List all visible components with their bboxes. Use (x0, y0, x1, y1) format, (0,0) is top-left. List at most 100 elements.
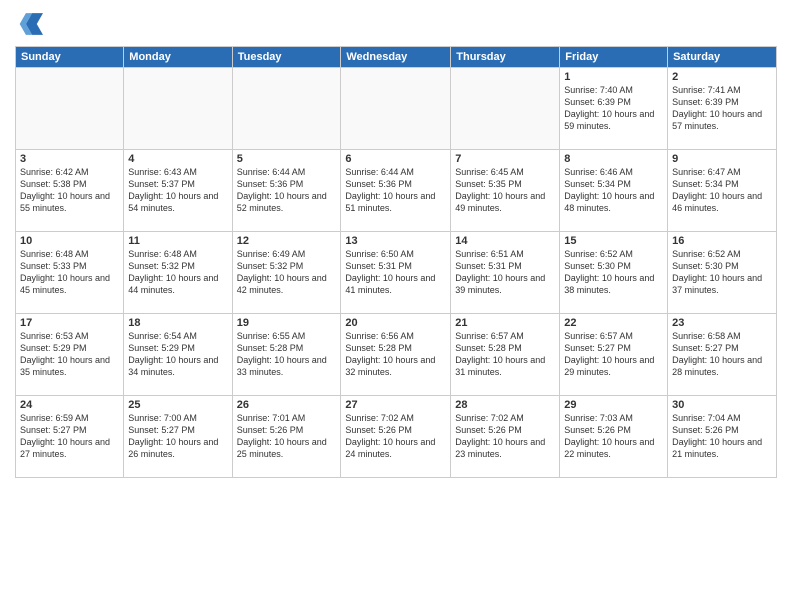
day-info: Sunrise: 7:02 AM Sunset: 5:26 PM Dayligh… (345, 412, 446, 461)
calendar-day-cell: 22Sunrise: 6:57 AM Sunset: 5:27 PM Dayli… (560, 314, 668, 396)
calendar-day-cell (16, 68, 124, 150)
calendar-week-row: 10Sunrise: 6:48 AM Sunset: 5:33 PM Dayli… (16, 232, 777, 314)
day-info: Sunrise: 6:50 AM Sunset: 5:31 PM Dayligh… (345, 248, 446, 297)
calendar-day-cell: 20Sunrise: 6:56 AM Sunset: 5:28 PM Dayli… (341, 314, 451, 396)
day-info: Sunrise: 7:04 AM Sunset: 5:26 PM Dayligh… (672, 412, 772, 461)
page: SundayMondayTuesdayWednesdayThursdayFrid… (0, 0, 792, 612)
day-info: Sunrise: 6:49 AM Sunset: 5:32 PM Dayligh… (237, 248, 337, 297)
day-info: Sunrise: 6:58 AM Sunset: 5:27 PM Dayligh… (672, 330, 772, 379)
day-info: Sunrise: 6:44 AM Sunset: 5:36 PM Dayligh… (345, 166, 446, 215)
day-number: 2 (672, 71, 772, 83)
day-number: 6 (345, 153, 446, 165)
day-info: Sunrise: 6:56 AM Sunset: 5:28 PM Dayligh… (345, 330, 446, 379)
day-info: Sunrise: 6:44 AM Sunset: 5:36 PM Dayligh… (237, 166, 337, 215)
day-info: Sunrise: 6:51 AM Sunset: 5:31 PM Dayligh… (455, 248, 555, 297)
day-info: Sunrise: 6:45 AM Sunset: 5:35 PM Dayligh… (455, 166, 555, 215)
day-info: Sunrise: 6:53 AM Sunset: 5:29 PM Dayligh… (20, 330, 119, 379)
day-number: 19 (237, 317, 337, 329)
day-of-week-header: Thursday (451, 47, 560, 68)
header (15, 10, 777, 38)
calendar-day-cell: 28Sunrise: 7:02 AM Sunset: 5:26 PM Dayli… (451, 396, 560, 478)
logo (15, 10, 45, 38)
calendar-table: SundayMondayTuesdayWednesdayThursdayFrid… (15, 46, 777, 478)
calendar-day-cell: 29Sunrise: 7:03 AM Sunset: 5:26 PM Dayli… (560, 396, 668, 478)
calendar-day-cell: 18Sunrise: 6:54 AM Sunset: 5:29 PM Dayli… (124, 314, 232, 396)
calendar-day-cell: 9Sunrise: 6:47 AM Sunset: 5:34 PM Daylig… (668, 150, 777, 232)
day-info: Sunrise: 6:54 AM Sunset: 5:29 PM Dayligh… (128, 330, 227, 379)
calendar-day-cell: 17Sunrise: 6:53 AM Sunset: 5:29 PM Dayli… (16, 314, 124, 396)
day-info: Sunrise: 6:46 AM Sunset: 5:34 PM Dayligh… (564, 166, 663, 215)
calendar-week-row: 24Sunrise: 6:59 AM Sunset: 5:27 PM Dayli… (16, 396, 777, 478)
day-number: 20 (345, 317, 446, 329)
day-number: 16 (672, 235, 772, 247)
calendar-day-cell: 7Sunrise: 6:45 AM Sunset: 5:35 PM Daylig… (451, 150, 560, 232)
calendar-day-cell: 27Sunrise: 7:02 AM Sunset: 5:26 PM Dayli… (341, 396, 451, 478)
day-number: 5 (237, 153, 337, 165)
calendar-day-cell: 12Sunrise: 6:49 AM Sunset: 5:32 PM Dayli… (232, 232, 341, 314)
day-of-week-header: Saturday (668, 47, 777, 68)
calendar-day-cell: 24Sunrise: 6:59 AM Sunset: 5:27 PM Dayli… (16, 396, 124, 478)
day-info: Sunrise: 6:48 AM Sunset: 5:33 PM Dayligh… (20, 248, 119, 297)
day-number: 13 (345, 235, 446, 247)
day-number: 23 (672, 317, 772, 329)
calendar-day-cell: 15Sunrise: 6:52 AM Sunset: 5:30 PM Dayli… (560, 232, 668, 314)
calendar-day-cell (124, 68, 232, 150)
calendar-week-row: 1Sunrise: 7:40 AM Sunset: 6:39 PM Daylig… (16, 68, 777, 150)
day-info: Sunrise: 6:52 AM Sunset: 5:30 PM Dayligh… (564, 248, 663, 297)
day-info: Sunrise: 6:55 AM Sunset: 5:28 PM Dayligh… (237, 330, 337, 379)
calendar-day-cell: 4Sunrise: 6:43 AM Sunset: 5:37 PM Daylig… (124, 150, 232, 232)
calendar-day-cell: 2Sunrise: 7:41 AM Sunset: 6:39 PM Daylig… (668, 68, 777, 150)
day-info: Sunrise: 6:48 AM Sunset: 5:32 PM Dayligh… (128, 248, 227, 297)
calendar-day-cell: 25Sunrise: 7:00 AM Sunset: 5:27 PM Dayli… (124, 396, 232, 478)
day-number: 30 (672, 399, 772, 411)
day-number: 1 (564, 71, 663, 83)
calendar-day-cell: 21Sunrise: 6:57 AM Sunset: 5:28 PM Dayli… (451, 314, 560, 396)
day-info: Sunrise: 7:00 AM Sunset: 5:27 PM Dayligh… (128, 412, 227, 461)
day-number: 17 (20, 317, 119, 329)
day-info: Sunrise: 7:02 AM Sunset: 5:26 PM Dayligh… (455, 412, 555, 461)
calendar-day-cell: 23Sunrise: 6:58 AM Sunset: 5:27 PM Dayli… (668, 314, 777, 396)
day-info: Sunrise: 6:42 AM Sunset: 5:38 PM Dayligh… (20, 166, 119, 215)
calendar-day-cell: 1Sunrise: 7:40 AM Sunset: 6:39 PM Daylig… (560, 68, 668, 150)
calendar-day-cell: 3Sunrise: 6:42 AM Sunset: 5:38 PM Daylig… (16, 150, 124, 232)
calendar-day-cell: 16Sunrise: 6:52 AM Sunset: 5:30 PM Dayli… (668, 232, 777, 314)
calendar-day-cell: 26Sunrise: 7:01 AM Sunset: 5:26 PM Dayli… (232, 396, 341, 478)
day-info: Sunrise: 7:01 AM Sunset: 5:26 PM Dayligh… (237, 412, 337, 461)
calendar-day-cell: 30Sunrise: 7:04 AM Sunset: 5:26 PM Dayli… (668, 396, 777, 478)
calendar-week-row: 3Sunrise: 6:42 AM Sunset: 5:38 PM Daylig… (16, 150, 777, 232)
calendar-day-cell (451, 68, 560, 150)
day-number: 21 (455, 317, 555, 329)
day-number: 7 (455, 153, 555, 165)
day-info: Sunrise: 7:03 AM Sunset: 5:26 PM Dayligh… (564, 412, 663, 461)
day-number: 9 (672, 153, 772, 165)
day-number: 18 (128, 317, 227, 329)
calendar-day-cell (341, 68, 451, 150)
calendar-header-row: SundayMondayTuesdayWednesdayThursdayFrid… (16, 47, 777, 68)
day-of-week-header: Wednesday (341, 47, 451, 68)
logo-icon (15, 10, 43, 38)
day-number: 27 (345, 399, 446, 411)
calendar-day-cell: 14Sunrise: 6:51 AM Sunset: 5:31 PM Dayli… (451, 232, 560, 314)
calendar-day-cell: 13Sunrise: 6:50 AM Sunset: 5:31 PM Dayli… (341, 232, 451, 314)
day-number: 14 (455, 235, 555, 247)
day-number: 25 (128, 399, 227, 411)
day-number: 4 (128, 153, 227, 165)
calendar-day-cell: 11Sunrise: 6:48 AM Sunset: 5:32 PM Dayli… (124, 232, 232, 314)
day-number: 10 (20, 235, 119, 247)
day-info: Sunrise: 6:57 AM Sunset: 5:28 PM Dayligh… (455, 330, 555, 379)
day-number: 22 (564, 317, 663, 329)
day-info: Sunrise: 7:41 AM Sunset: 6:39 PM Dayligh… (672, 84, 772, 133)
day-number: 8 (564, 153, 663, 165)
calendar-week-row: 17Sunrise: 6:53 AM Sunset: 5:29 PM Dayli… (16, 314, 777, 396)
day-of-week-header: Sunday (16, 47, 124, 68)
day-of-week-header: Monday (124, 47, 232, 68)
day-number: 24 (20, 399, 119, 411)
calendar-day-cell: 6Sunrise: 6:44 AM Sunset: 5:36 PM Daylig… (341, 150, 451, 232)
day-number: 15 (564, 235, 663, 247)
day-number: 26 (237, 399, 337, 411)
day-info: Sunrise: 6:57 AM Sunset: 5:27 PM Dayligh… (564, 330, 663, 379)
day-info: Sunrise: 7:40 AM Sunset: 6:39 PM Dayligh… (564, 84, 663, 133)
calendar-day-cell: 8Sunrise: 6:46 AM Sunset: 5:34 PM Daylig… (560, 150, 668, 232)
day-number: 11 (128, 235, 227, 247)
day-number: 3 (20, 153, 119, 165)
